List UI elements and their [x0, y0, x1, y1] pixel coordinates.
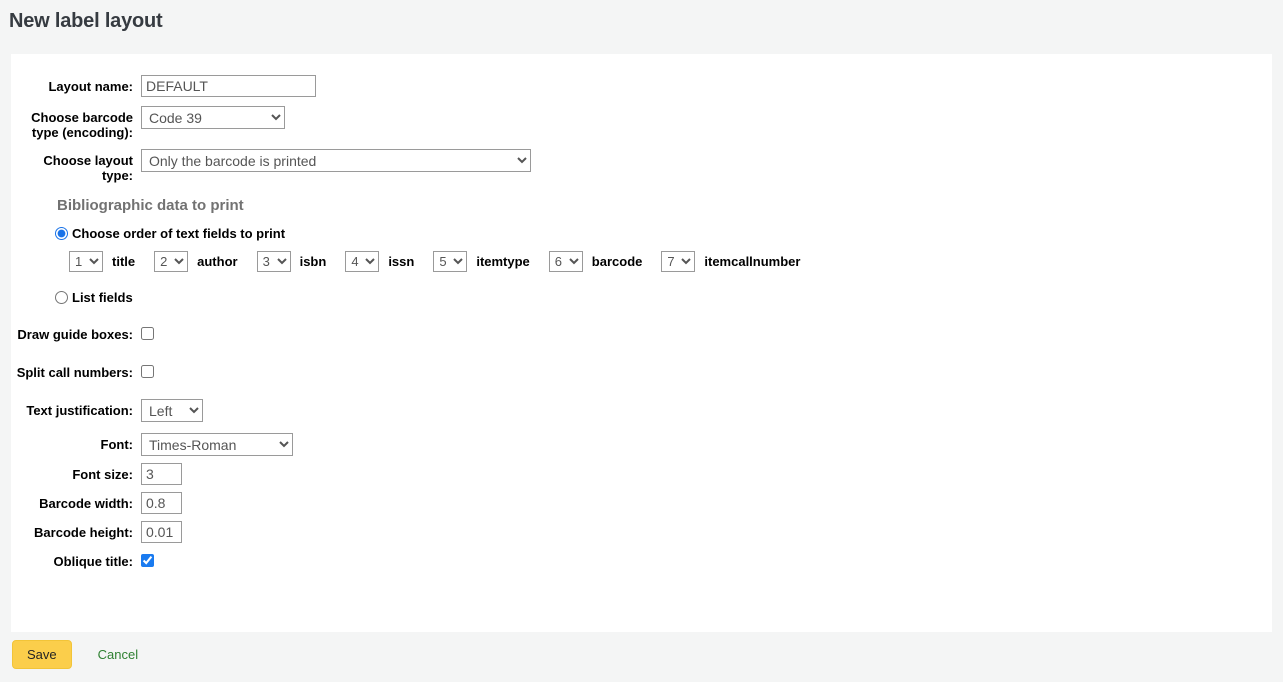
field-row-draw-guide-boxes: Draw guide boxes:: [11, 323, 1272, 343]
font-size-label: Font size:: [72, 467, 133, 482]
field-order-name-itemcallnumber: itemcallnumber: [704, 254, 801, 269]
choose-order-label: Choose order of text fields to print: [72, 226, 286, 241]
field-order-name-barcode: barcode: [591, 254, 643, 269]
barcode-height-input[interactable]: [141, 521, 182, 543]
field-row-split-call-numbers: Split call numbers:: [11, 361, 1272, 381]
font-size-control: [141, 463, 182, 485]
font-select[interactable]: Times-Roman: [141, 433, 293, 456]
field-order-name-itemtype: itemtype: [476, 254, 530, 269]
barcode-width-input[interactable]: [141, 492, 182, 514]
cancel-link[interactable]: Cancel: [98, 647, 138, 662]
field-row-font: Font: Times-Roman: [11, 433, 1272, 456]
draw-guide-boxes-checkbox[interactable]: [141, 327, 154, 340]
form-area: Layout name: Choose barcode type (encodi…: [11, 54, 1272, 570]
label-layout-form-card: Layout name: Choose barcode type (encodi…: [11, 54, 1272, 632]
field-order-select-itemtype[interactable]: 5: [433, 251, 468, 272]
layout-type-control: Only the barcode is printed: [141, 149, 531, 172]
font-label: Font:: [100, 437, 133, 452]
split-call-numbers-label: Split call numbers:: [16, 365, 133, 380]
field-order-select-itemcallnumber[interactable]: 7: [661, 251, 696, 272]
page-title: New label layout: [9, 10, 163, 32]
layout-name-control: [141, 75, 316, 97]
field-row-barcode-type: Choose barcode type (encoding): Code 39: [11, 106, 1272, 140]
field-order-select-issn[interactable]: 4: [345, 251, 380, 272]
field-row-barcode-width: Barcode width:: [11, 492, 1272, 514]
split-call-numbers-control: [141, 361, 154, 381]
oblique-title-label: Oblique title:: [53, 554, 133, 569]
field-order-select-title[interactable]: 1: [69, 251, 103, 272]
oblique-title-control: [141, 550, 154, 570]
text-justification-select[interactable]: Left: [141, 399, 203, 422]
draw-guide-boxes-control: [141, 323, 154, 343]
layout-type-select[interactable]: Only the barcode is printed: [141, 149, 531, 172]
font-size-input[interactable]: [141, 463, 182, 485]
list-fields-radio[interactable]: [55, 291, 68, 304]
split-call-numbers-checkbox[interactable]: [141, 365, 154, 378]
list-fields-label: List fields: [72, 290, 133, 305]
font-control: Times-Roman: [141, 433, 293, 456]
field-row-text-justification: Text justification: Left: [11, 399, 1272, 422]
field-row-oblique-title: Oblique title:: [11, 550, 1272, 570]
barcode-width-label: Barcode width:: [39, 496, 133, 511]
field-order-name-title: title: [112, 254, 136, 269]
field-row-layout-name: Layout name:: [11, 75, 1272, 97]
field-order-select-barcode[interactable]: 6: [548, 251, 583, 272]
draw-guide-boxes-label: Draw guide boxes:: [17, 327, 133, 342]
field-row-font-size: Font size:: [11, 463, 1272, 485]
barcode-height-label: Barcode height:: [34, 525, 133, 540]
oblique-title-checkbox[interactable]: [141, 554, 154, 567]
field-order-select-author[interactable]: 2: [154, 251, 189, 272]
layout-name-input[interactable]: [141, 75, 316, 97]
field-row-layout-type: Choose layout type: Only the barcode is …: [11, 149, 1272, 183]
text-justification-control: Left: [141, 399, 203, 422]
barcode-type-control: Code 39: [141, 106, 285, 129]
field-order-name-author: author: [197, 254, 238, 269]
radio-row-choose-order[interactable]: Choose order of text fields to print: [55, 226, 1272, 241]
field-order-row: 1 title 2 author 3 isbn 4 issn 5 itemtype 6 barcode…: [69, 251, 1272, 272]
field-row-barcode-height: Barcode height:: [11, 521, 1272, 543]
text-justification-label: Text justification:: [26, 403, 133, 418]
field-order-name-isbn: isbn: [299, 254, 327, 269]
field-order-name-issn: issn: [388, 254, 415, 269]
radio-row-list-fields[interactable]: List fields: [55, 290, 1272, 305]
choose-order-radio[interactable]: [55, 227, 68, 240]
barcode-width-control: [141, 492, 182, 514]
form-footer: Save Cancel: [0, 640, 1283, 669]
barcode-type-label: Choose barcode type (encoding):: [31, 110, 133, 140]
bibliographic-data-legend: Bibliographic data to print: [57, 197, 244, 214]
field-order-select-isbn[interactable]: 3: [256, 251, 291, 272]
barcode-height-control: [141, 521, 182, 543]
barcode-type-select[interactable]: Code 39: [141, 106, 285, 129]
layout-type-label: Choose layout type:: [43, 153, 133, 183]
save-button[interactable]: Save: [12, 640, 72, 669]
layout-name-label: Layout name:: [48, 79, 133, 94]
